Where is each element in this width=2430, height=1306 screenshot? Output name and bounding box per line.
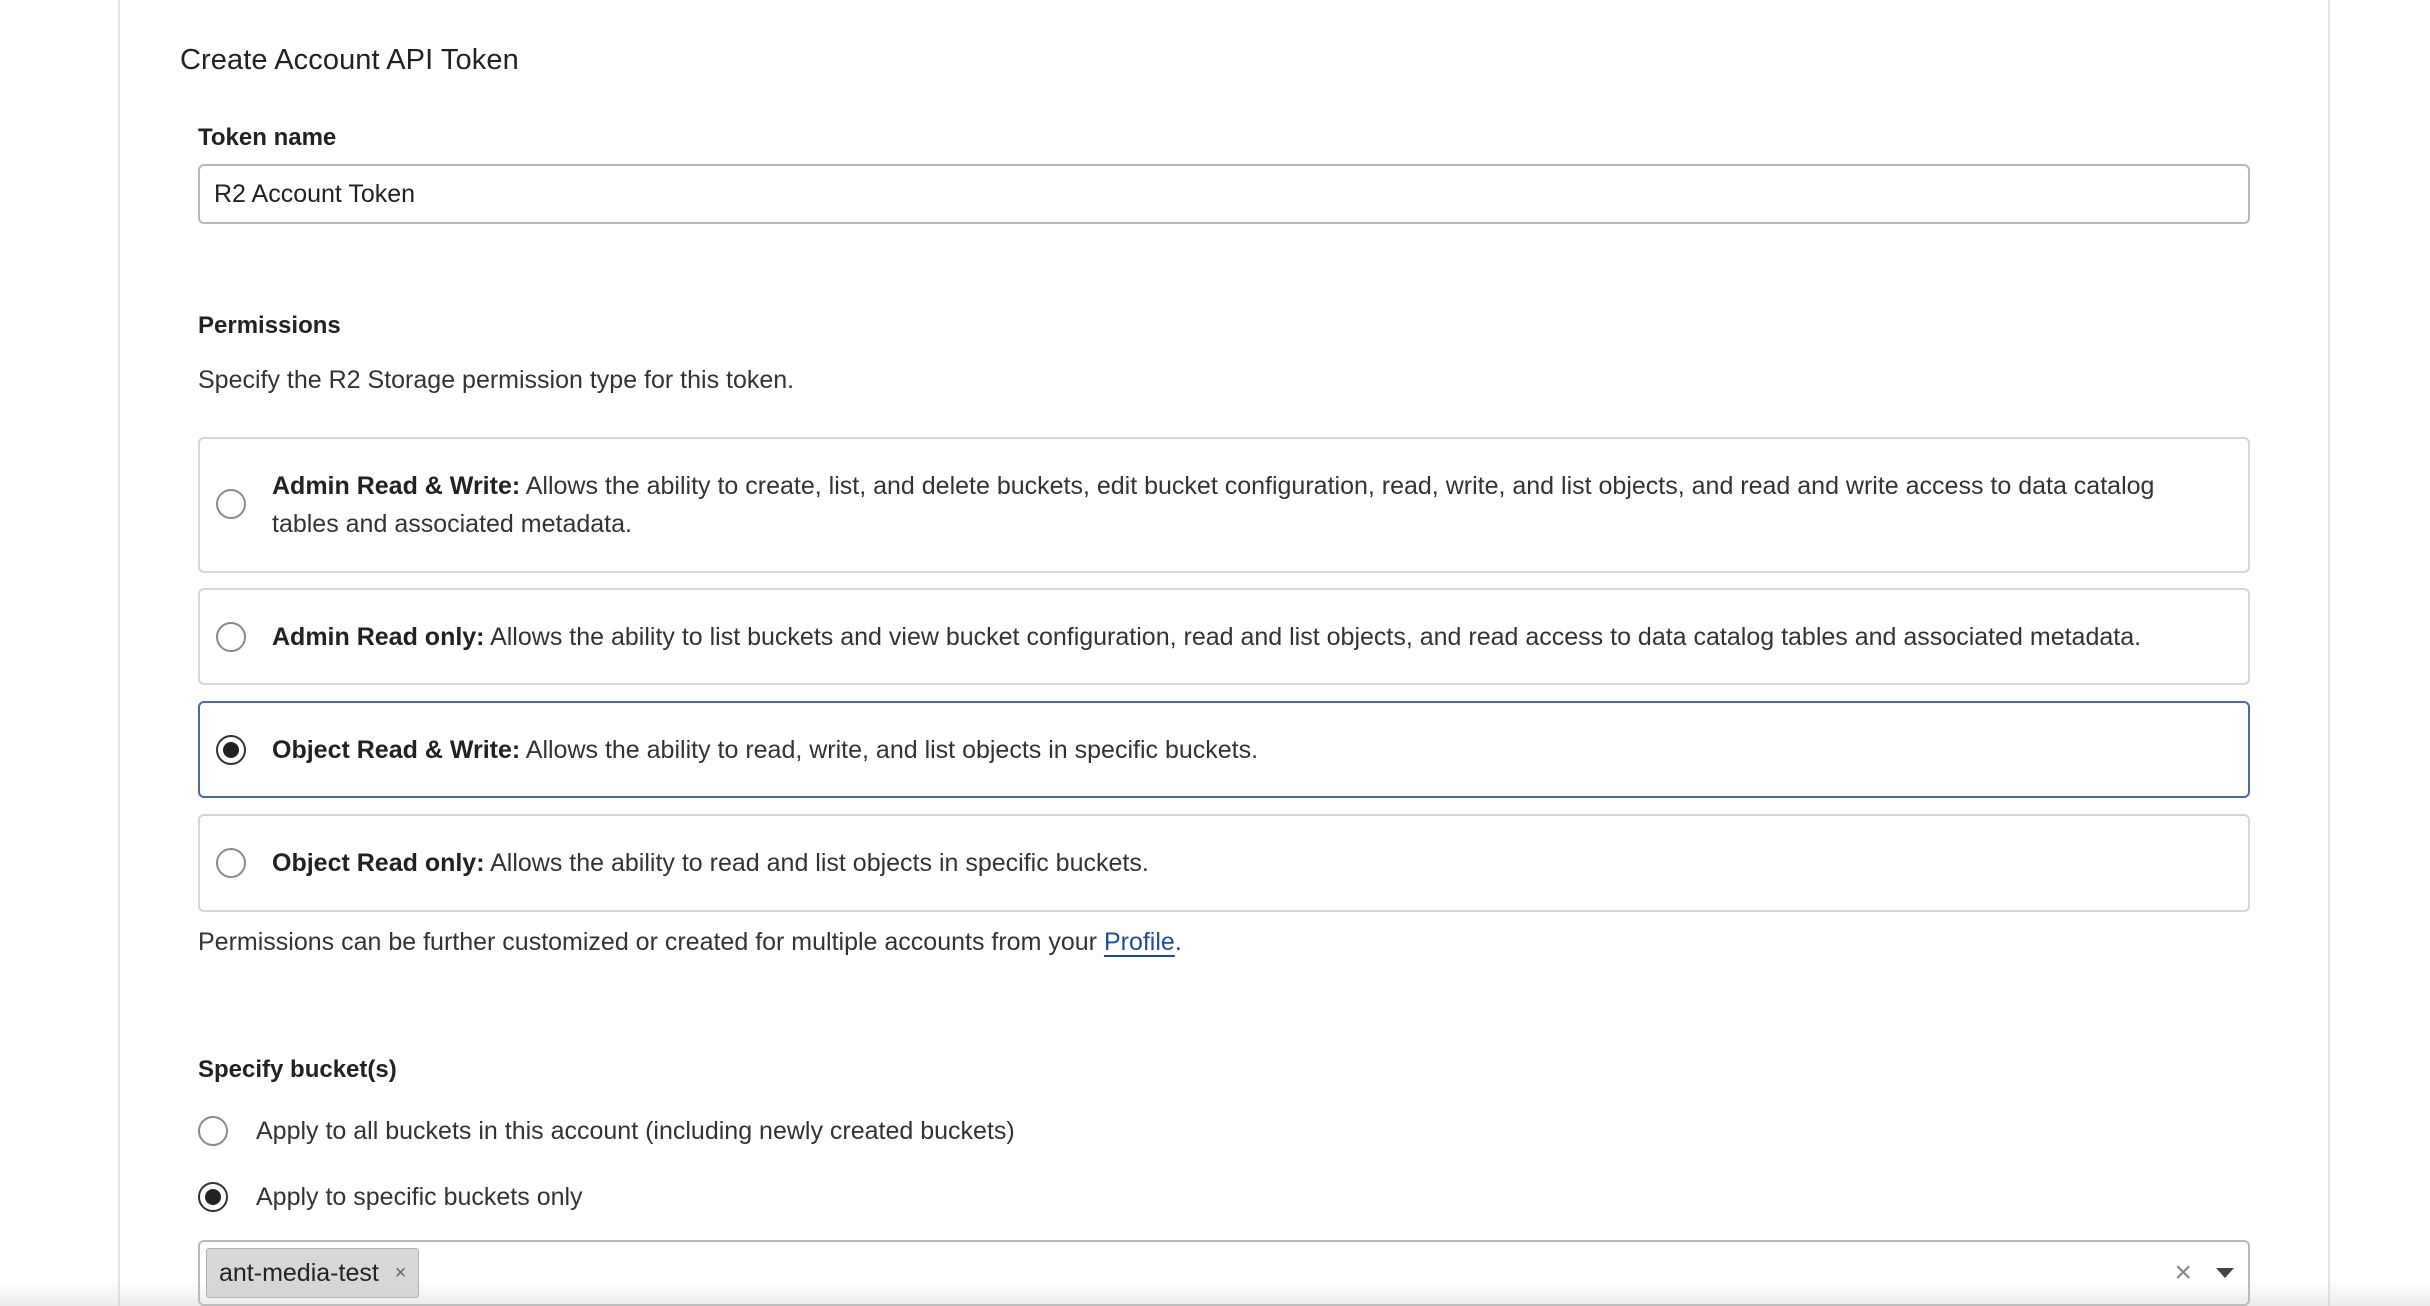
- permission-option-description: Allows the ability to create, list, and …: [272, 472, 2155, 538]
- close-icon[interactable]: ×: [395, 1262, 407, 1285]
- permission-option-title: Admin Read & Write:: [272, 472, 521, 500]
- permissions-label: Permissions: [198, 312, 341, 339]
- permission-option-object-read-write[interactable]: Object Read & Write: Allows the ability …: [198, 701, 2250, 798]
- permissions-description: Specify the R2 Storage permission type f…: [198, 366, 795, 394]
- bucket-chip-label: ant-media-test: [219, 1258, 379, 1287]
- permission-option-description: Allows the ability to read, write, and l…: [520, 736, 1259, 764]
- clear-all-icon[interactable]: ×: [2174, 1256, 2192, 1290]
- bucket-chip: ant-media-test ×: [206, 1248, 420, 1298]
- profile-link[interactable]: Profile: [1104, 928, 1175, 956]
- token-form-card: Create Account API Token Token name Perm…: [118, 0, 2330, 1306]
- permission-option-admin-read-only[interactable]: Admin Read only: Allows the ability to l…: [198, 588, 2250, 685]
- permission-option-title: Admin Read only:: [272, 623, 485, 651]
- permission-option-object-read-only[interactable]: Object Read only: Allows the ability to …: [198, 814, 2250, 912]
- bucket-option-specific-label: Apply to specific buckets only: [256, 1182, 583, 1211]
- specify-buckets-label: Specify bucket(s): [198, 1056, 397, 1083]
- permissions-note: Permissions can be further customized or…: [198, 928, 1182, 957]
- radio-object-read-only[interactable]: [216, 848, 246, 878]
- permission-option-text: Object Read & Write: Allows the ability …: [272, 731, 2224, 769]
- chevron-down-icon[interactable]: [2216, 1268, 2234, 1278]
- permissions-note-suffix: .: [1174, 928, 1182, 956]
- permission-option-title: Object Read only:: [272, 849, 485, 877]
- bucket-option-specific[interactable]: Apply to specific buckets only: [198, 1182, 583, 1212]
- permission-option-description: Allows the ability to read and list obje…: [484, 849, 1149, 877]
- permission-option-title: Object Read & Write:: [272, 736, 521, 764]
- radio-specific-buckets[interactable]: [198, 1182, 228, 1212]
- permission-option-admin-read-write[interactable]: Admin Read & Write: Allows the ability t…: [198, 437, 2250, 573]
- bucket-option-all-label: Apply to all buckets in this account (in…: [256, 1116, 1015, 1145]
- permission-option-description: Allows the ability to list buckets and v…: [484, 623, 2142, 651]
- token-name-label: Token name: [198, 124, 337, 151]
- radio-admin-read-only[interactable]: [216, 622, 246, 652]
- permissions-note-text: Permissions can be further customized or…: [198, 928, 1104, 956]
- bucket-multiselect[interactable]: ant-media-test × ×: [198, 1240, 2250, 1306]
- permission-option-text: Admin Read & Write: Allows the ability t…: [272, 467, 2224, 543]
- token-name-input[interactable]: [198, 164, 2250, 224]
- radio-all-buckets[interactable]: [198, 1116, 228, 1146]
- bucket-option-all[interactable]: Apply to all buckets in this account (in…: [198, 1116, 1015, 1146]
- page-title: Create Account API Token: [180, 44, 519, 76]
- radio-admin-read-write[interactable]: [216, 489, 246, 519]
- page: Create Account API Token Token name Perm…: [0, 0, 2430, 1306]
- radio-object-read-write[interactable]: [216, 735, 246, 765]
- permission-option-text: Admin Read only: Allows the ability to l…: [272, 618, 2224, 656]
- permission-option-text: Object Read only: Allows the ability to …: [272, 844, 2224, 882]
